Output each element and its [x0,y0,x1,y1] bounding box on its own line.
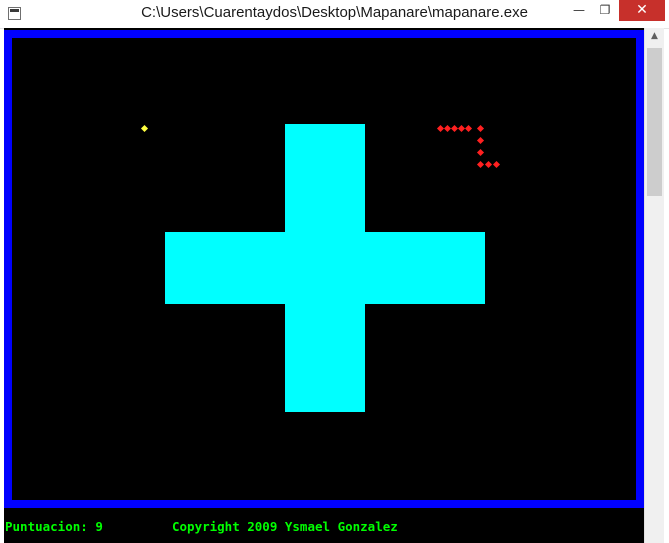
score-display: Puntuacion: 9 [5,519,103,534]
minimize-button[interactable]: — [566,0,592,21]
scroll-thumb[interactable] [647,48,662,196]
cross-wall-horizontal [165,232,485,304]
score-value: 9 [95,519,103,534]
title-bar[interactable]: C:\Users\Cuarentaydos\Desktop\Mapanare\m… [0,0,669,29]
vertical-scrollbar[interactable]: ▲ [644,28,664,543]
copyright-text: Copyright 2009 Ysmael Gonzalez [172,519,398,534]
close-button[interactable]: ✕ [619,0,665,21]
score-label: Puntuacion: [5,519,88,534]
scroll-up-arrow-icon[interactable]: ▲ [645,28,664,45]
restore-button[interactable]: ❐ [592,0,618,21]
